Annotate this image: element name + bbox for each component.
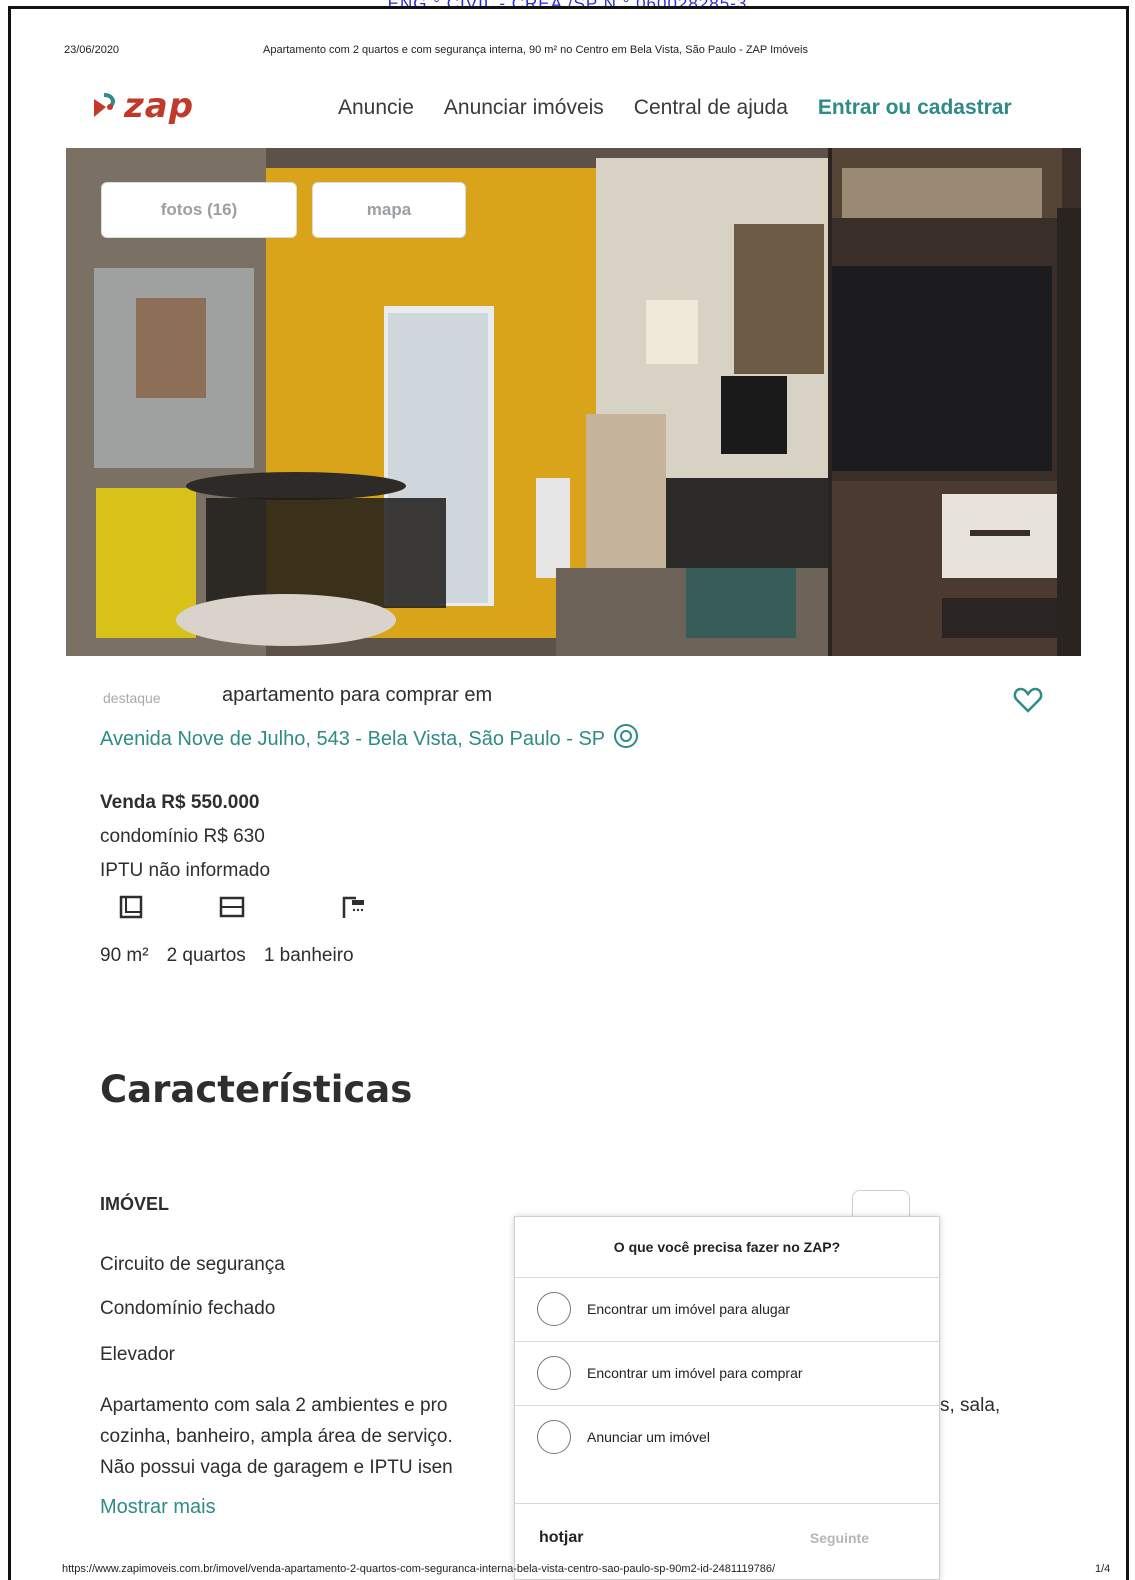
print-title: Apartamento com 2 quartos e com seguranç… (263, 44, 808, 56)
zap-logo[interactable]: zap (90, 86, 194, 126)
nav-anunciar-imoveis[interactable]: Anunciar imóveis (444, 96, 604, 120)
listing-type: apartamento para comprar em (222, 684, 493, 706)
property-group-heading: IMÓVEL (100, 1194, 170, 1214)
bed-icon (218, 894, 246, 925)
radio-button[interactable] (537, 1291, 571, 1326)
photos-button[interactable]: fotos (16) (101, 182, 297, 238)
map-button[interactable]: mapa (312, 182, 466, 238)
feature-labels: 90 m² 2 quartos 1 banheiro (100, 945, 354, 967)
favorite-heart-icon[interactable] (1013, 686, 1043, 719)
feature-item: Circuito de segurança (100, 1254, 285, 1275)
survey-option-advertise[interactable]: Anunciar um imóvel (515, 1405, 939, 1467)
print-page-number: 1/4 (1095, 1563, 1111, 1575)
description-line-1a: Apartamento com sala 2 ambientes e pro (100, 1395, 448, 1416)
photo-gallery[interactable]: fotos (16) mapa (66, 148, 1081, 656)
top-nav: Anuncie Anunciar imóveis Central de ajud… (338, 96, 1012, 120)
highlight-badge: destaque (103, 690, 161, 706)
radio-button[interactable] (537, 1355, 571, 1390)
secondary-photo[interactable] (832, 148, 1081, 656)
survey-option-label: Encontrar um imóvel para alugar (587, 1300, 791, 1317)
feature-item: Elevador (100, 1344, 175, 1365)
shower-icon (340, 894, 366, 925)
address-text: Avenida Nove de Julho, 543 - Bela Vista,… (100, 727, 606, 750)
next-button[interactable]: Seguinte (810, 1530, 869, 1546)
zap-logo-icon (90, 91, 120, 121)
survey-option-rent[interactable]: Encontrar um imóvel para alugar (515, 1277, 939, 1339)
logo-text: zap (124, 86, 195, 126)
area-icon (118, 894, 144, 925)
characteristics-title: Características (100, 1068, 413, 1111)
survey-option-buy[interactable]: Encontrar um imóvel para comprar (515, 1341, 939, 1403)
radio-button[interactable] (537, 1419, 571, 1454)
iptu-tax: IPTU não informado (100, 860, 271, 881)
hotjar-survey: O que você precisa fazer no ZAP? Encontr… (514, 1216, 940, 1580)
print-url: https://www.zapimoveis.com.br/imovel/ven… (62, 1563, 776, 1575)
address-link[interactable]: Avenida Nove de Julho, 543 - Bela Vista,… (100, 723, 639, 755)
bathrooms-label: 1 banheiro (263, 945, 354, 966)
feature-item: Condomínio fechado (100, 1298, 276, 1319)
sale-price: Venda R$ 550.000 (100, 792, 260, 813)
survey-option-label: Encontrar um imóvel para comprar (587, 1364, 803, 1381)
area-label: 90 m² (100, 945, 149, 966)
survey-option-label: Anunciar um imóvel (587, 1428, 710, 1445)
nav-anuncie[interactable]: Anuncie (338, 96, 414, 120)
bedrooms-label: 2 quartos (166, 945, 246, 966)
condo-fee: condomínio R$ 630 (100, 826, 265, 847)
location-pin-icon (613, 723, 639, 755)
survey-question: O que você precisa fazer no ZAP? (613, 1239, 841, 1255)
description-line-1b: s, sala, (940, 1395, 1001, 1416)
hotjar-logo: hotjar (539, 1528, 584, 1546)
nav-central-de-ajuda[interactable]: Central de ajuda (634, 96, 788, 120)
login-link[interactable]: Entrar ou cadastrar (818, 96, 1012, 120)
print-date: 23/06/2020 (64, 44, 120, 56)
show-more-link[interactable]: Mostrar mais (100, 1496, 216, 1519)
